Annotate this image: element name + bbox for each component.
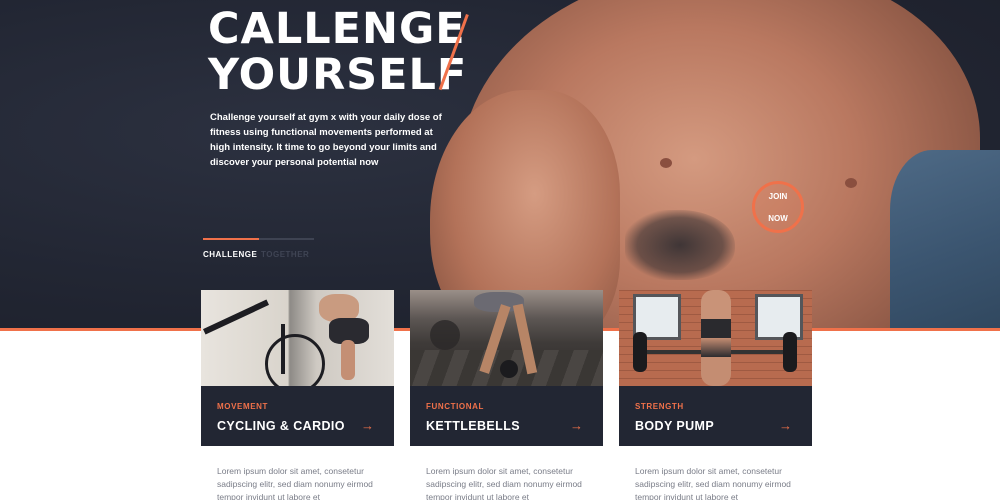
hero-section: CALLENGE YOURSELF Challenge yourself at … — [0, 0, 1000, 330]
tattoo-detail — [625, 210, 735, 280]
slider-progress — [203, 238, 259, 240]
card-category: MOVEMENT — [217, 402, 269, 411]
slide-tab-together[interactable]: TOGETHER — [261, 250, 309, 259]
card-body-pump[interactable]: STRENGTH BODY PUMP → — [619, 290, 812, 446]
arrow-right-icon[interactable]: → — [779, 418, 792, 433]
join-label: JOIN — [768, 191, 788, 201]
hero-title-line-2: YOURSELF — [208, 50, 468, 100]
card-description: Lorem ipsum dolor sit amet, consetetur s… — [635, 466, 791, 500]
cycling-photo — [201, 290, 394, 386]
hero-title-line-1: CALLENGE — [208, 4, 466, 54]
kettlebells-photo — [410, 290, 603, 386]
card-category: STRENGTH — [635, 402, 684, 411]
card-cycling[interactable]: MOVEMENT CYCLING & CARDIO → — [201, 290, 394, 446]
arrow-right-icon[interactable]: → — [570, 418, 583, 433]
arrow-right-icon[interactable]: → — [361, 418, 374, 433]
slide-tab-challenge[interactable]: CHALLENGE — [203, 250, 257, 259]
card-title[interactable]: BODY PUMP — [635, 419, 714, 433]
card-description: Lorem ipsum dolor sit amet, consetetur s… — [217, 466, 373, 500]
hero-description: Challenge yourself at gym x with your da… — [210, 112, 442, 168]
card-title[interactable]: KETTLEBELLS — [426, 419, 520, 433]
card-kettlebells[interactable]: FUNCTIONAL KETTLEBELLS → — [410, 290, 603, 446]
card-category: FUNCTIONAL — [426, 402, 484, 411]
now-label: NOW — [768, 213, 788, 223]
card-description: Lorem ipsum dolor sit amet, consetetur s… — [426, 466, 582, 500]
card-title[interactable]: CYCLING & CARDIO — [217, 419, 345, 433]
join-now-button[interactable]: JOIN NOW — [752, 181, 804, 233]
body-pump-photo — [619, 290, 812, 386]
